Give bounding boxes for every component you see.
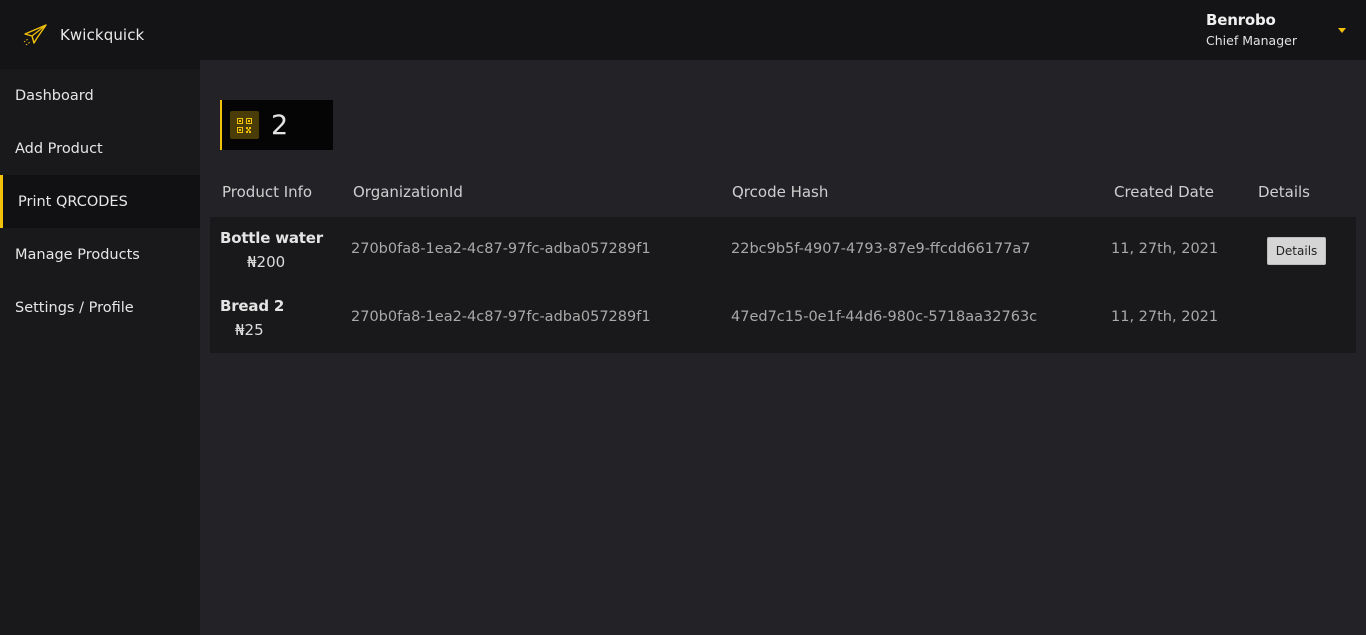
table-header: Product Info OrganizationId Qrcode Hash … bbox=[210, 170, 1356, 216]
column-header-product-info: Product Info bbox=[222, 183, 313, 201]
sidebar-item-manage-products[interactable]: Manage Products bbox=[0, 228, 200, 281]
user-role: Chief Manager bbox=[1206, 33, 1297, 48]
sidebar-item-label: Manage Products bbox=[15, 246, 140, 263]
product-price: ₦200 bbox=[247, 253, 286, 271]
sidebar-item-label: Dashboard bbox=[15, 87, 94, 104]
sidebar-nav: Dashboard Add Product Print QRCODES Mana… bbox=[0, 69, 200, 334]
created-date: 11, 27th, 2021 bbox=[1111, 309, 1219, 325]
user-profile[interactable]: Benrobo Chief Manager bbox=[1206, 11, 1297, 48]
qrcode-hash: 47ed7c15-0e1f-44d6-980c-5718aa32763c bbox=[731, 309, 1038, 325]
column-header-qrcode-hash: Qrcode Hash bbox=[732, 183, 829, 201]
sidebar-item-print-qrcodes[interactable]: Print QRCODES bbox=[0, 175, 200, 228]
qrcode-count-card: 2 bbox=[220, 100, 333, 150]
column-header-created-date: Created Date bbox=[1114, 183, 1214, 201]
product-name: Bottle water bbox=[220, 229, 323, 247]
product-name: Bread 2 bbox=[220, 297, 285, 315]
column-header-organization-id: OrganizationId bbox=[353, 183, 463, 201]
paper-plane-icon bbox=[22, 22, 48, 48]
table-row: Bread 2 ₦25 270b0fa8-1ea2-4c87-97fc-adba… bbox=[210, 285, 1356, 353]
column-header-details: Details bbox=[1258, 183, 1311, 201]
sidebar-item-label: Settings / Profile bbox=[15, 299, 134, 316]
sidebar-item-dashboard[interactable]: Dashboard bbox=[0, 69, 200, 122]
product-price: ₦25 bbox=[235, 321, 264, 339]
qrcode-hash: 22bc9b5f-4907-4793-87e9-ffcdd66177a7 bbox=[731, 241, 1031, 257]
brand[interactable]: Kwickquick bbox=[0, 0, 200, 69]
top-header: Benrobo Chief Manager bbox=[200, 0, 1366, 60]
sidebar-item-add-product[interactable]: Add Product bbox=[0, 122, 200, 175]
sidebar-item-label: Print QRCODES bbox=[18, 193, 128, 210]
sidebar-item-settings-profile[interactable]: Settings / Profile bbox=[0, 281, 200, 334]
organization-id: 270b0fa8-1ea2-4c87-97fc-adba057289f1 bbox=[351, 241, 651, 257]
sidebar: Kwickquick Dashboard Add Product Print Q… bbox=[0, 0, 200, 635]
qrcode-count: 2 bbox=[271, 109, 289, 141]
details-button[interactable]: Details bbox=[1267, 237, 1326, 265]
chevron-down-icon[interactable] bbox=[1338, 28, 1346, 33]
table-row: Bottle water ₦200 270b0fa8-1ea2-4c87-97f… bbox=[210, 217, 1356, 285]
app-name: Kwickquick bbox=[60, 25, 145, 44]
sidebar-item-label: Add Product bbox=[15, 140, 103, 157]
user-name: Benrobo bbox=[1206, 11, 1276, 29]
qrcode-icon bbox=[230, 111, 259, 139]
organization-id: 270b0fa8-1ea2-4c87-97fc-adba057289f1 bbox=[351, 309, 651, 325]
created-date: 11, 27th, 2021 bbox=[1111, 241, 1219, 257]
